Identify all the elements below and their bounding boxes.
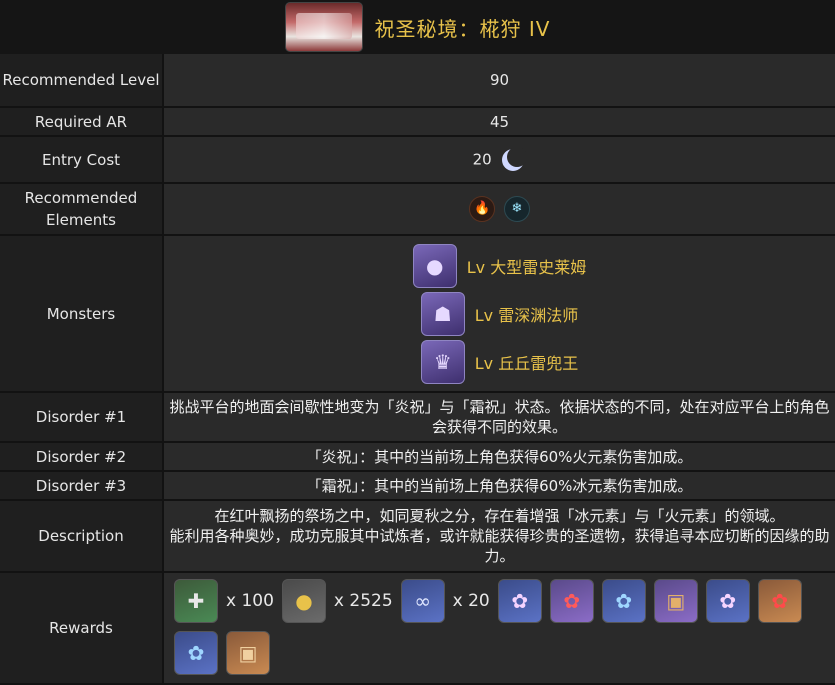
row-disorder-3: Disorder #3 「霜祝」：其中的当前场上角色获得60%冰元素伤害加成。	[0, 471, 835, 501]
row-disorder-1: Disorder #1 挑战平台的地面会间歇性地变为「炎祝」与「霜祝」状态。依据…	[0, 392, 835, 443]
reward-item[interactable]: ▣	[653, 579, 698, 623]
electro-abyss-mage-icon: ☗	[420, 291, 465, 336]
label-recommended-level: Recommended Level	[0, 54, 164, 108]
sands-artifact-icon: ▣	[653, 579, 698, 623]
monster-item[interactable]: ☗ Lv 雷深渊法师	[164, 290, 835, 338]
reward-item[interactable]: ✿	[757, 579, 802, 623]
row-required-ar: Required AR 45	[0, 107, 835, 137]
reward-item[interactable]: ✿	[549, 579, 594, 623]
value-disorder-3: 「霜祝」：其中的当前场上角色获得60%冰元素伤害加成。	[163, 471, 835, 501]
label-disorder-2: Disorder #2	[0, 442, 164, 472]
label-rewards: Rewards	[0, 572, 164, 685]
domain-preview-image	[284, 2, 363, 52]
rewards-list: ✚ x 100 ● x 2525 ∞ x 20 ✿ ✿ ✿ ▣ ✿ ✿ ✿ ▣	[164, 573, 835, 683]
row-description: Description 在红叶飘扬的祭场之中，如同夏秋之分，存在着增强「冰元素」…	[0, 500, 835, 573]
value-monsters: ● Lv 大型雷史莱姆 ☗ Lv 雷深渊法师 ♛ Lv 丘丘雷兜王	[163, 235, 835, 393]
row-rewards: Rewards ✚ x 100 ● x 2525 ∞ x 20 ✿ ✿ ✿ ▣ …	[0, 572, 835, 685]
flower-artifact-icon: ✿	[705, 579, 750, 623]
flower-artifact-icon: ✿	[549, 579, 594, 623]
domain-header: 祝圣秘境：椛狩 IV	[0, 0, 835, 54]
value-recommended-elements: 🔥 ❄	[163, 183, 835, 236]
label-recommended-elements: Recommended Elements	[0, 183, 164, 236]
monster-name[interactable]: Lv 大型雷史莱姆	[467, 254, 586, 278]
label-disorder-1: Disorder #1	[0, 392, 164, 443]
description-line-1: 在红叶飘扬的祭场之中，如同夏秋之分，存在着增强「冰元素」与「火元素」的领域。	[214, 507, 785, 525]
label-monsters: Monsters	[0, 235, 164, 393]
value-recommended-level: 90	[163, 54, 835, 108]
domain-title: 祝圣秘境：椛狩 IV	[374, 16, 551, 41]
companionship-exp-icon: ∞	[400, 579, 445, 623]
row-recommended-elements: Recommended Elements 🔥 ❄	[0, 183, 835, 236]
flower-artifact-icon: ✿	[601, 579, 646, 623]
monster-name[interactable]: Lv 雷深渊法师	[475, 302, 578, 326]
row-recommended-level: Recommended Level 90	[0, 54, 835, 108]
value-disorder-1: 挑战平台的地面会间歇性地变为「炎祝」与「霜祝」状态。依据状态的不同，处在对应平台…	[163, 392, 835, 443]
reward-quantity: x 100	[226, 591, 274, 611]
reward-item[interactable]: ✿	[174, 631, 218, 675]
row-entry-cost: Entry Cost 20	[0, 136, 835, 184]
domain-info-table: Recommended Level 90 Required AR 45 Entr…	[0, 54, 835, 685]
value-description: 在红叶飘扬的祭场之中，如同夏秋之分，存在着增强「冰元素」与「火元素」的领域。 能…	[163, 500, 835, 573]
label-required-ar: Required AR	[0, 107, 164, 137]
flower-artifact-icon: ✿	[174, 631, 218, 675]
row-disorder-2: Disorder #2 「炎祝」：其中的当前场上角色获得60%火元素伤害加成。	[0, 442, 835, 472]
monster-item[interactable]: ● Lv 大型雷史莱姆	[164, 242, 835, 290]
mora-icon: ●	[281, 579, 326, 623]
label-entry-cost: Entry Cost	[0, 136, 164, 184]
value-entry-cost: 20	[163, 136, 835, 184]
reward-item[interactable]: ✿	[601, 579, 646, 623]
flower-artifact-icon: ✿	[497, 579, 542, 623]
label-description: Description	[0, 500, 164, 573]
value-required-ar: 45	[163, 107, 835, 137]
monster-item[interactable]: ♛ Lv 丘丘雷兜王	[164, 338, 835, 386]
label-disorder-3: Disorder #3	[0, 471, 164, 501]
reward-item[interactable]: ✿	[497, 579, 542, 623]
reward-quantity: x 20	[452, 591, 490, 611]
monster-name[interactable]: Lv 丘丘雷兜王	[475, 350, 578, 374]
value-rewards: ✚ x 100 ● x 2525 ∞ x 20 ✿ ✿ ✿ ▣ ✿ ✿ ✿ ▣	[163, 572, 835, 685]
reward-item[interactable]: ✿	[705, 579, 750, 623]
reward-item[interactable]: ✚ x 100	[174, 579, 274, 623]
reward-item[interactable]: ● x 2525	[281, 579, 393, 623]
reward-item[interactable]: ▣	[226, 631, 270, 675]
large-electro-slime-icon: ●	[412, 243, 457, 288]
sands-artifact-icon: ▣	[226, 631, 270, 675]
value-disorder-2: 「炎祝」：其中的当前场上角色获得60%火元素伤害加成。	[163, 442, 835, 472]
row-monsters: Monsters ● Lv 大型雷史莱姆 ☗ Lv 雷深渊法师 ♛ Lv 丘丘雷…	[0, 235, 835, 393]
flower-artifact-icon: ✿	[757, 579, 802, 623]
pyro-icon: 🔥	[469, 196, 496, 222]
thunderhelm-lawachurl-icon: ♛	[420, 339, 465, 384]
reward-item[interactable]: ∞ x 20	[400, 579, 490, 623]
reward-quantity: x 2525	[333, 591, 393, 611]
entry-cost-amount: 20	[472, 150, 492, 168]
adventure-exp-icon: ✚	[174, 579, 218, 623]
original-resin-moon-icon	[502, 146, 527, 171]
description-line-2: 能利用各种奥妙，成功克服其中试炼者，或许就能获得珍贵的圣遗物，获得追寻本应切断的…	[169, 527, 830, 565]
cryo-icon: ❄	[503, 196, 530, 222]
